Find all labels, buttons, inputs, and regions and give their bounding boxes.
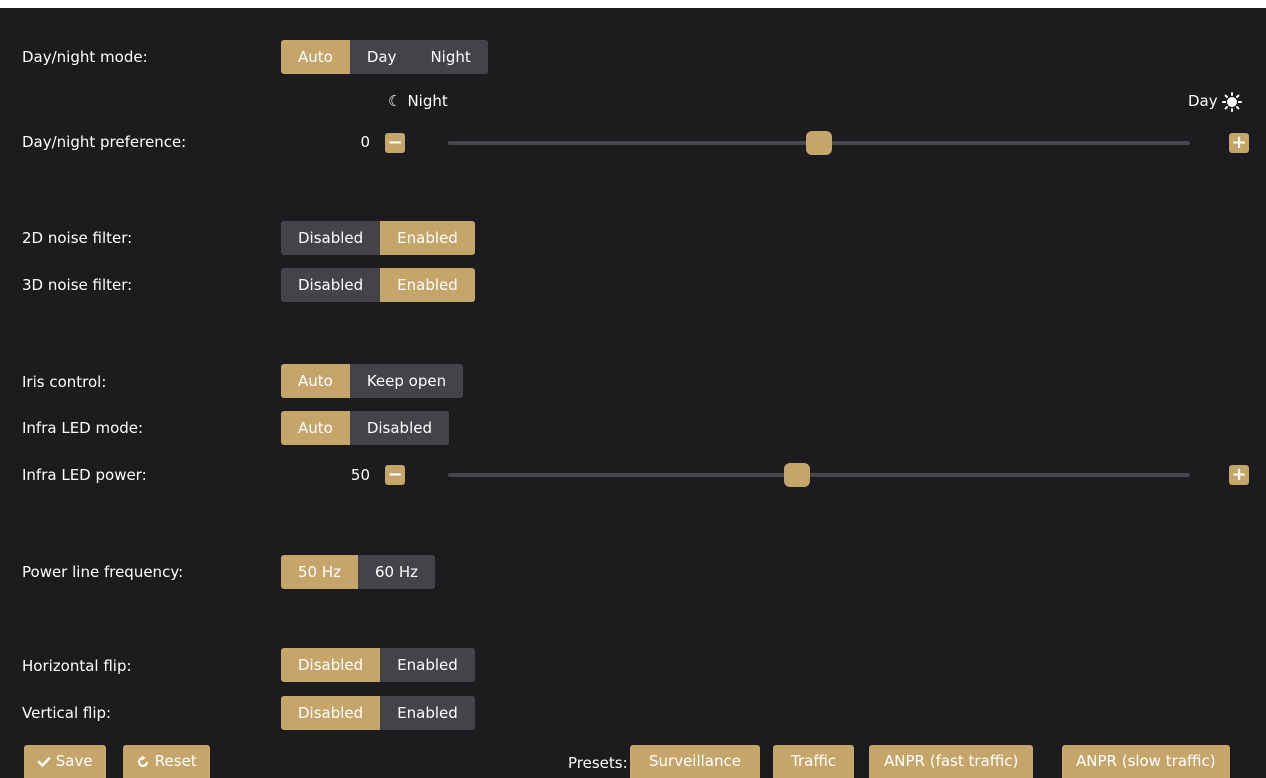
infra-led-mode-auto-button[interactable]: Auto: [281, 411, 350, 445]
moon-icon: ☾: [388, 92, 402, 110]
vertical-flip-disabled-button[interactable]: Disabled: [281, 696, 381, 730]
noise-2d-disabled-button[interactable]: Disabled: [281, 221, 381, 255]
noise-2d-label: 2D noise filter:: [22, 229, 133, 247]
preset-anpr-slow-button[interactable]: ANPR (slow traffic): [1062, 745, 1230, 778]
horizontal-flip-label: Horizontal flip:: [22, 657, 132, 675]
power-line-frequency-toggle: 50 Hz 60 Hz: [281, 555, 436, 589]
noise-3d-toggle: Disabled Enabled: [281, 268, 475, 302]
day-night-preference-increase-button[interactable]: +: [1229, 133, 1249, 153]
power-line-frequency-label: Power line frequency:: [22, 563, 184, 581]
day-night-preference-decrease-button[interactable]: −: [385, 133, 405, 153]
top-border: [0, 0, 1266, 8]
preset-anpr-fast-button[interactable]: ANPR (fast traffic): [869, 745, 1034, 778]
presets-label: Presets:: [568, 754, 628, 772]
day-night-preference-slider-thumb[interactable]: [806, 131, 832, 155]
noise-2d-enabled-button[interactable]: Enabled: [380, 221, 475, 255]
infra-led-power-slider-thumb[interactable]: [783, 463, 810, 487]
reset-button[interactable]: Reset: [123, 745, 210, 778]
iris-control-label: Iris control:: [22, 373, 107, 391]
day-night-preference-label: Day/night preference:: [22, 133, 187, 151]
preset-surveillance-button[interactable]: Surveillance: [630, 745, 760, 778]
day-night-preference-value: 0: [360, 133, 370, 151]
noise-3d-disabled-button[interactable]: Disabled: [281, 268, 381, 302]
power-line-50hz-button[interactable]: 50 Hz: [281, 555, 359, 589]
minus-icon: −: [387, 132, 403, 153]
horizontal-flip-enabled-button[interactable]: Enabled: [380, 648, 475, 682]
noise-3d-enabled-button[interactable]: Enabled: [380, 268, 475, 302]
refresh-icon: [136, 752, 155, 770]
infra-led-mode-disabled-button[interactable]: Disabled: [349, 411, 449, 445]
day-night-mode-night-button[interactable]: Night: [413, 40, 488, 74]
noise-2d-toggle: Disabled Enabled: [281, 221, 475, 255]
noise-3d-label: 3D noise filter:: [22, 276, 133, 294]
sun-icon: [1222, 91, 1243, 112]
infra-led-mode-label: Infra LED mode:: [22, 419, 144, 437]
power-line-60hz-button[interactable]: 60 Hz: [358, 555, 436, 589]
horizontal-flip-disabled-button[interactable]: Disabled: [281, 648, 381, 682]
minus-icon: −: [387, 464, 403, 485]
infra-led-mode-toggle: Auto Disabled: [281, 411, 449, 445]
horizontal-flip-toggle: Disabled Enabled: [281, 648, 475, 682]
day-night-mode-toggle: Auto Day Night: [281, 40, 488, 74]
plus-icon: +: [1231, 464, 1247, 485]
day-night-mode-day-button[interactable]: Day: [349, 40, 414, 74]
infra-led-power-label: Infra LED power:: [22, 466, 147, 484]
vertical-flip-toggle: Disabled Enabled: [281, 696, 475, 730]
day-night-mode-label: Day/night mode:: [22, 48, 148, 66]
iris-control-toggle: Auto Keep open: [281, 364, 464, 398]
save-button[interactable]: Save: [24, 745, 106, 778]
infra-led-power-decrease-button[interactable]: −: [385, 465, 405, 485]
infra-led-power-value: 50: [350, 466, 370, 484]
infra-led-power-increase-button[interactable]: +: [1229, 465, 1249, 485]
vertical-flip-label: Vertical flip:: [22, 704, 112, 722]
preset-traffic-button[interactable]: Traffic: [773, 745, 855, 778]
day-night-mode-auto-button[interactable]: Auto: [281, 40, 350, 74]
vertical-flip-enabled-button[interactable]: Enabled: [380, 696, 475, 730]
night-scale-label: ☾ Night: [388, 92, 448, 110]
infra-led-power-slider-track[interactable]: [448, 473, 1190, 477]
iris-control-keep-open-button[interactable]: Keep open: [349, 364, 464, 398]
check-icon: [37, 752, 56, 770]
plus-icon: +: [1231, 132, 1247, 153]
iris-control-auto-button[interactable]: Auto: [281, 364, 350, 398]
day-scale-label: Day: [1188, 91, 1243, 112]
